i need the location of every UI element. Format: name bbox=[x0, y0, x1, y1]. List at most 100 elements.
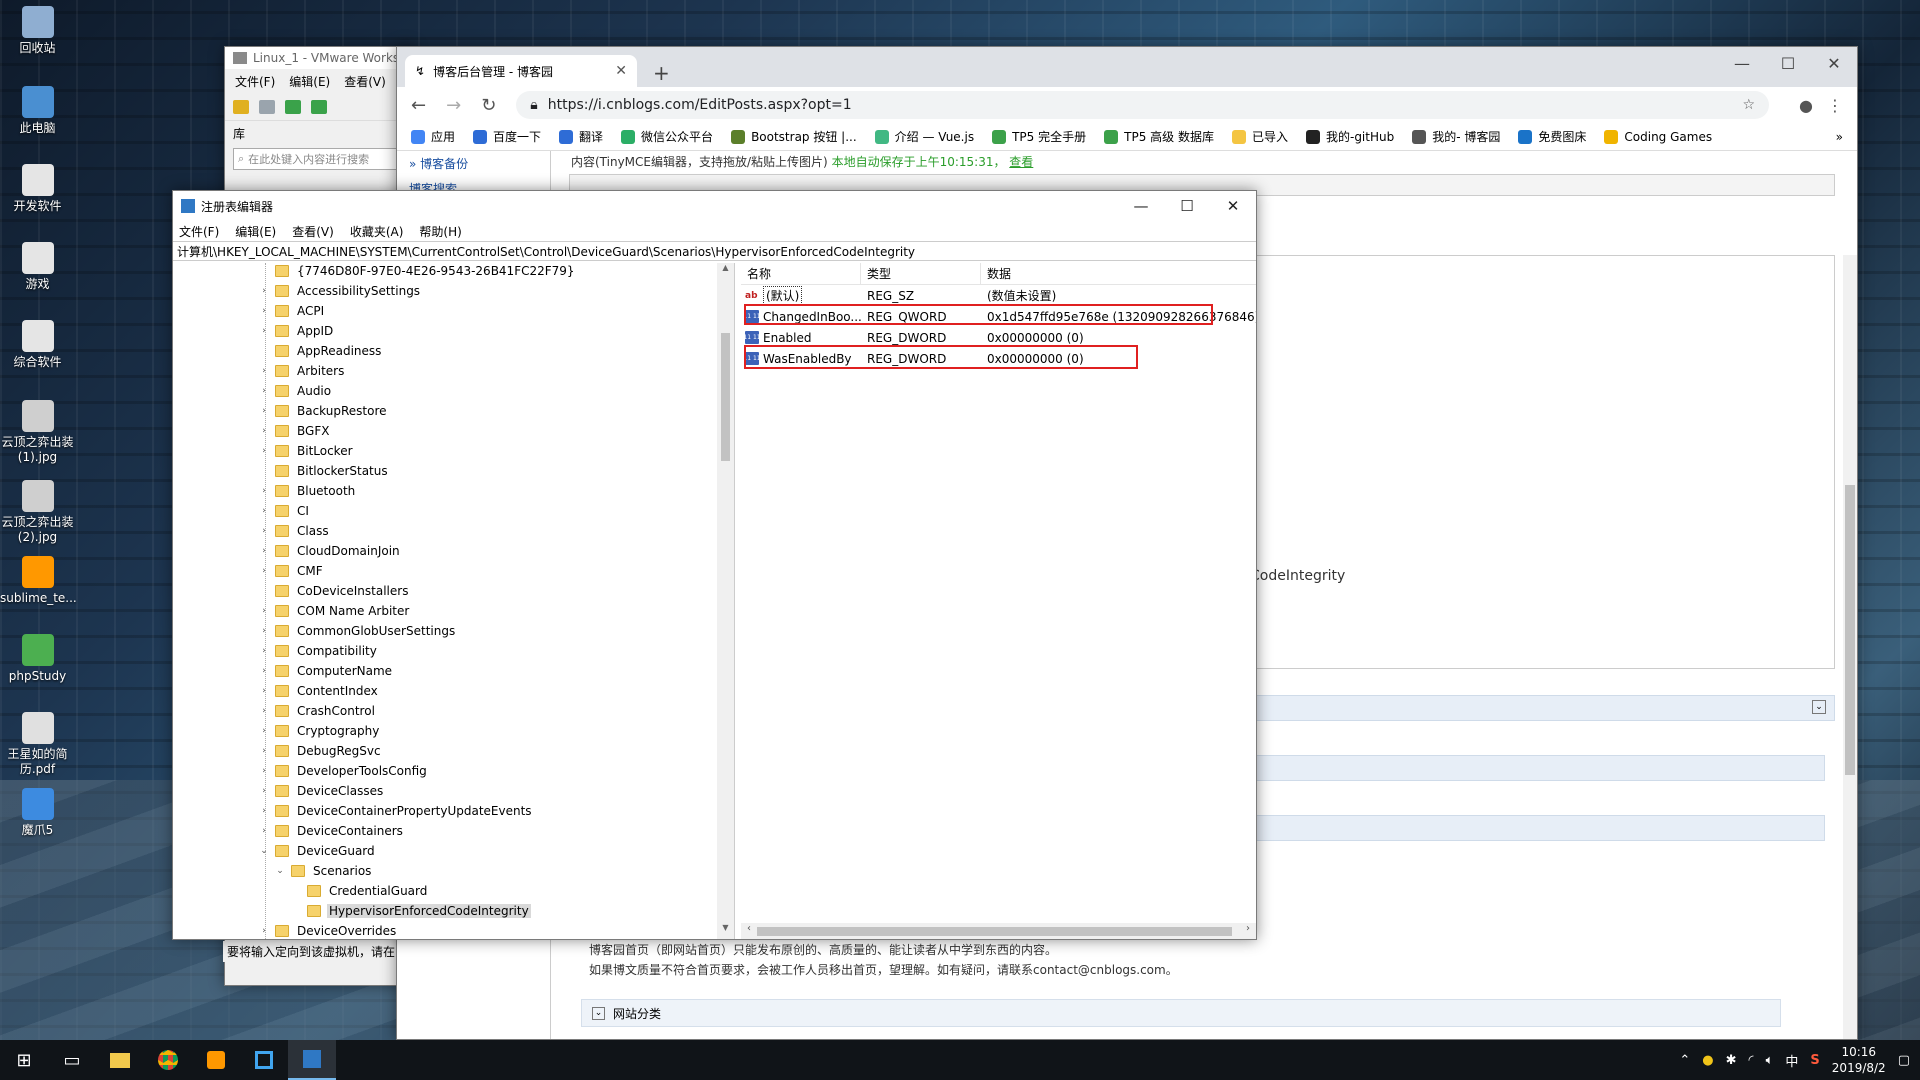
desktop-icon[interactable]: 云顶之弈出装(1).jpg bbox=[0, 400, 75, 465]
expand-arrow-icon[interactable]: › bbox=[259, 646, 269, 656]
expand-arrow-icon[interactable]: › bbox=[259, 406, 269, 416]
tree-node[interactable]: › CommonGlobUserSettings bbox=[259, 621, 457, 641]
expand-arrow-icon[interactable]: › bbox=[259, 666, 269, 676]
tree-node[interactable]: › CloudDomainJoin bbox=[259, 541, 402, 561]
minimize-icon[interactable]: — bbox=[1118, 191, 1164, 221]
tree-node[interactable]: CoDeviceInstallers bbox=[259, 581, 410, 601]
tree-node[interactable]: › CMF bbox=[259, 561, 325, 581]
desktop-icon[interactable]: sublime_te... bbox=[0, 556, 77, 606]
expand-arrow-icon[interactable]: › bbox=[259, 746, 269, 756]
bookmarks-overflow-icon[interactable]: » bbox=[1836, 130, 1857, 144]
maximize-icon[interactable]: ☐ bbox=[1765, 47, 1811, 79]
minimize-icon[interactable]: — bbox=[1719, 47, 1765, 79]
forward-icon[interactable]: → bbox=[446, 95, 461, 116]
regedit-menu-item[interactable]: 收藏夹(A) bbox=[350, 223, 404, 240]
regedit-menu-item[interactable]: 编辑(E) bbox=[235, 223, 276, 240]
tree-node[interactable]: › DeviceClasses bbox=[259, 781, 385, 801]
desktop-icon[interactable]: phpStudy bbox=[0, 634, 75, 684]
profile-icon[interactable]: ● bbox=[1799, 96, 1813, 115]
tree-node[interactable]: › COM Name Arbiter bbox=[259, 601, 411, 621]
revert-icon[interactable] bbox=[285, 99, 301, 114]
wifi-icon[interactable]: ◜ bbox=[1749, 1053, 1754, 1068]
registry-path-bar[interactable]: 计算机\HKEY_LOCAL_MACHINE\SYSTEM\CurrentCon… bbox=[173, 241, 1256, 261]
tree-node[interactable]: CredentialGuard bbox=[291, 881, 429, 901]
security-icon[interactable]: ● bbox=[1702, 1053, 1713, 1068]
expand-arrow-icon[interactable]: › bbox=[259, 286, 269, 296]
bookmark-item[interactable]: Bootstrap 按钮 |... bbox=[731, 128, 857, 145]
scrollbar-thumb[interactable] bbox=[1845, 485, 1855, 775]
bookmark-item[interactable]: 翻译 bbox=[559, 128, 603, 145]
back-icon[interactable]: ← bbox=[411, 95, 426, 116]
menu-icon[interactable]: ⋮ bbox=[1827, 96, 1843, 115]
page-scrollbar[interactable] bbox=[1843, 255, 1857, 1039]
values-hscrollbar[interactable]: ‹ › bbox=[741, 923, 1256, 939]
sublime-icon[interactable] bbox=[192, 1040, 240, 1080]
start-button[interactable]: ⊞ bbox=[0, 1040, 48, 1080]
expand-arrow-icon[interactable]: › bbox=[259, 786, 269, 796]
expand-arrow-icon[interactable]: › bbox=[259, 766, 269, 776]
bookmark-item[interactable]: 微信公众平台 bbox=[621, 128, 713, 145]
expand-arrow-icon[interactable]: › bbox=[259, 726, 269, 736]
vmware-titlebar[interactable]: Linux_1 - VMware Worksta bbox=[225, 47, 413, 69]
desktop-icon[interactable]: 回收站 bbox=[0, 6, 75, 56]
registry-tree[interactable]: ▲ ▼ {7746D80F-97E0-4E26-9543-26B41FC22F7… bbox=[173, 263, 735, 939]
scroll-up-icon[interactable]: ▲ bbox=[717, 263, 734, 279]
new-tab-button[interactable]: + bbox=[653, 61, 670, 85]
tree-node[interactable]: › AppID bbox=[259, 321, 335, 341]
expand-arrow-icon[interactable]: › bbox=[259, 806, 269, 816]
tree-node[interactable]: › DeveloperToolsConfig bbox=[259, 761, 429, 781]
tree-node[interactable]: › CrashControl bbox=[259, 701, 377, 721]
bookmark-star-icon[interactable]: ☆ bbox=[1742, 97, 1755, 113]
tree-node[interactable]: › Bluetooth bbox=[259, 481, 357, 501]
registry-value-row[interactable]: ab (默认) REG_SZ (数值未设置) bbox=[741, 285, 1256, 306]
tree-node[interactable]: HypervisorEnforcedCodeIntegrity bbox=[291, 901, 531, 921]
expand-arrow-icon[interactable]: › bbox=[259, 626, 269, 636]
close-tab-icon[interactable]: ✕ bbox=[615, 63, 627, 79]
regedit-menu-item[interactable]: 帮助(H) bbox=[419, 223, 461, 240]
bookmark-item[interactable]: 应用 bbox=[411, 128, 455, 145]
tree-node[interactable]: BitlockerStatus bbox=[259, 461, 390, 481]
close-icon[interactable]: ✕ bbox=[1210, 191, 1256, 221]
tree-node[interactable]: › DebugRegSvc bbox=[259, 741, 383, 761]
expand-arrow-icon[interactable]: › bbox=[259, 326, 269, 336]
tree-node[interactable]: › BGFX bbox=[259, 421, 331, 441]
file-explorer-icon[interactable] bbox=[96, 1040, 144, 1080]
tree-node[interactable]: {7746D80F-97E0-4E26-9543-26B41FC22F79} bbox=[259, 263, 577, 281]
chevron-up-icon[interactable]: ⌃ bbox=[1679, 1053, 1690, 1068]
chevron-down-icon[interactable]: ⌄ bbox=[592, 1006, 605, 1020]
bookmark-item[interactable]: TP5 完全手册 bbox=[992, 128, 1086, 145]
task-view-icon[interactable]: ▭ bbox=[48, 1040, 96, 1080]
tree-node[interactable]: › ContentIndex bbox=[259, 681, 380, 701]
power-icon[interactable] bbox=[233, 99, 249, 114]
clock[interactable]: 10:16 2019/8/2 bbox=[1832, 1044, 1886, 1076]
tree-node[interactable]: › Cryptography bbox=[259, 721, 381, 741]
expand-arrow-icon[interactable]: › bbox=[259, 526, 269, 536]
tree-node[interactable]: › ACPI bbox=[259, 301, 326, 321]
scroll-right-icon[interactable]: › bbox=[1240, 923, 1256, 934]
expand-arrow-icon[interactable]: › bbox=[259, 706, 269, 716]
expand-arrow-icon[interactable]: › bbox=[259, 546, 269, 556]
scroll-left-icon[interactable]: ‹ bbox=[741, 923, 757, 934]
expand-arrow-icon[interactable]: › bbox=[259, 446, 269, 456]
desktop-icon[interactable]: 开发软件 bbox=[0, 164, 75, 214]
expand-arrow-icon[interactable]: › bbox=[259, 926, 269, 936]
regedit-menu-item[interactable]: 查看(V) bbox=[292, 223, 334, 240]
vmware-menu-view[interactable]: 查看(V) bbox=[344, 73, 386, 90]
regedit-titlebar[interactable]: 注册表编辑器 — ☐ ✕ bbox=[173, 191, 1256, 221]
hscroll-thumb[interactable] bbox=[757, 927, 1232, 936]
desktop-icon[interactable]: 云顶之弈出装(2).jpg bbox=[0, 480, 75, 545]
vmware-menu-edit[interactable]: 编辑(E) bbox=[289, 73, 330, 90]
tree-node[interactable]: › DeviceContainerPropertyUpdateEvents bbox=[259, 801, 534, 821]
tree-node[interactable]: ⌄ Scenarios bbox=[275, 861, 373, 881]
tree-node[interactable]: › Compatibility bbox=[259, 641, 379, 661]
tab-cnblogs[interactable]: ↯ 博客后台管理 - 博客园 ✕ bbox=[405, 55, 637, 87]
column-type[interactable]: 类型 bbox=[861, 263, 981, 284]
desktop-icon[interactable]: 魔爪5 bbox=[0, 788, 75, 838]
desktop-icon[interactable]: 游戏 bbox=[0, 242, 75, 292]
expand-arrow-icon[interactable]: › bbox=[259, 606, 269, 616]
expand-arrow-icon[interactable]: › bbox=[259, 426, 269, 436]
bookmark-item[interactable]: 我的- 博客园 bbox=[1412, 128, 1500, 145]
expand-arrow-icon[interactable]: › bbox=[259, 826, 269, 836]
bookmark-item[interactable]: 免费图床 bbox=[1518, 128, 1586, 145]
nav-blog-backup[interactable]: » 博客备份 bbox=[397, 151, 550, 176]
